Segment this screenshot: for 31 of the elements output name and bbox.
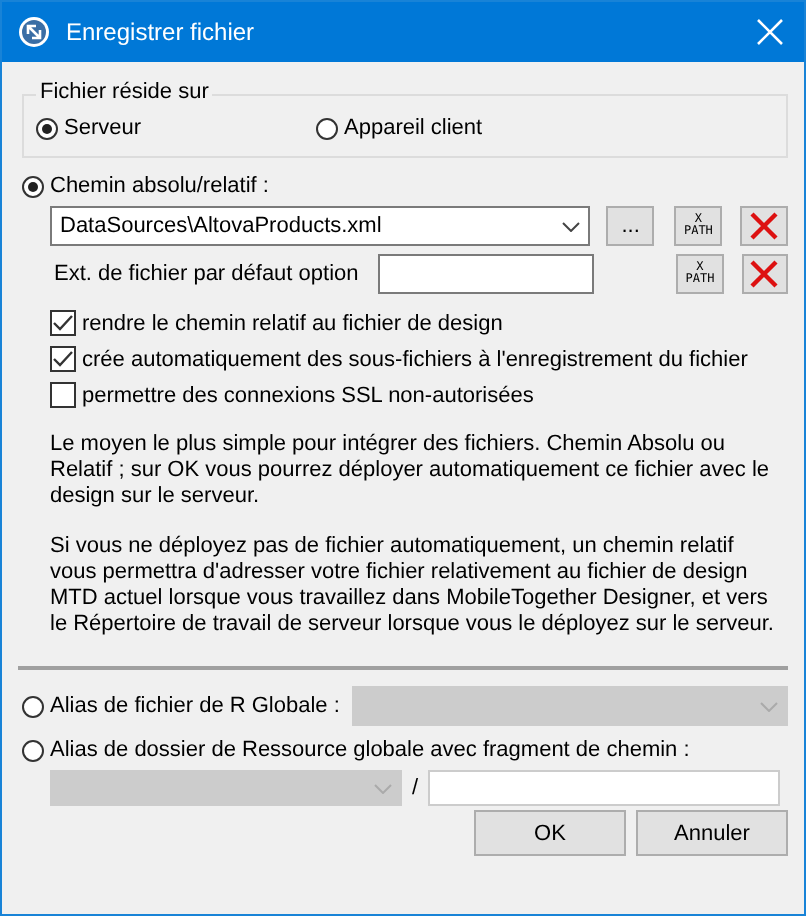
chevron-icon: [760, 701, 778, 711]
checkbox-option[interactable]: rendre le chemin relatif au fichier de design: [50, 310, 788, 336]
radio-option[interactable]: Alias de fichier de R Globale :: [22, 694, 340, 718]
dialog-button[interactable]: Annuler: [636, 810, 788, 856]
dialog-button[interactable]: OK: [474, 810, 626, 856]
check-icon: [52, 314, 74, 332]
path-combo[interactable]: DataSources\AltovaProducts.xml: [50, 206, 591, 246]
window-title: Enregistrer fichier: [66, 18, 257, 46]
delete-button[interactable]: [740, 206, 788, 246]
radio-option[interactable]: Chemin absolu/relatif :: [22, 174, 788, 198]
info-paragraph: Le moyen le plus simple pour intégrer des fichiers. Chemin Absolu ou Relatif ; sur OK vous pourrez déployer automatiquement ce fichier avec le design sur le serveur.: [50, 432, 772, 510]
path-fragment-field[interactable]: [428, 770, 781, 806]
checkbox-option[interactable]: crée automatiquement des sous-fichiers à l'enregistrement du fichier: [50, 346, 788, 372]
delete-button[interactable]: [741, 254, 788, 294]
path-separator: /: [412, 776, 419, 800]
browse-button[interactable]: ...: [606, 206, 655, 246]
delete-icon: [750, 260, 779, 288]
sync-icon: [18, 16, 50, 48]
extension-field[interactable]: [378, 254, 595, 294]
check-icon: [52, 350, 74, 368]
radio-option[interactable]: Appareil client: [316, 116, 483, 140]
info-paragraph: Si vous ne déployez pas de fichier automatiquement, un chemin relatif vous permettra d'adresser votre fichier relativement au fichier de design MTD actuel lorsque vous travaillez dans MobileTogether Designer, et vers le Répertoire de travail de serveur lorsque vous le déployez sur le serveur.: [50, 534, 776, 638]
checkbox-option[interactable]: permettre des connexions SSL non-autorisées: [50, 382, 788, 408]
group-legend: Fichier réside sur: [36, 80, 213, 104]
radio-option[interactable]: Serveur: [36, 116, 316, 140]
chevron-icon: [562, 221, 581, 231]
radio-option[interactable]: Alias de dossier de Ressource globale avec fragment de chemin :: [22, 738, 788, 762]
close-icon[interactable]: [756, 18, 784, 46]
delete-icon: [750, 212, 779, 240]
field-label: Ext. de fichier par défaut option: [54, 262, 359, 286]
chevron-icon: [374, 783, 392, 793]
